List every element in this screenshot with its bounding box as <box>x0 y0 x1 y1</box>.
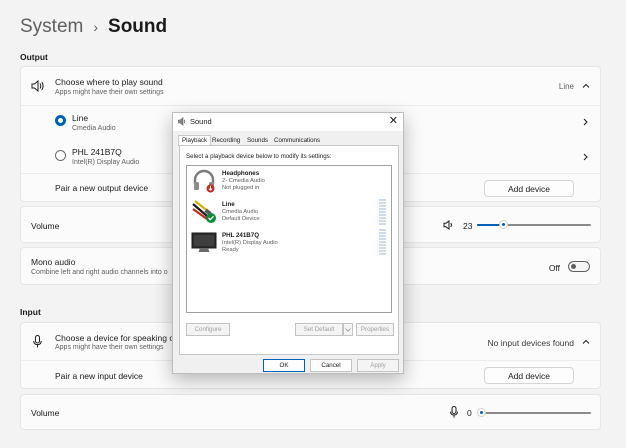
microphone-icon[interactable] <box>450 406 458 418</box>
breadcrumb-system[interactable]: System <box>20 16 83 38</box>
input-status: No input devices found <box>487 338 574 348</box>
chevron-down-icon <box>345 327 351 332</box>
chevron-right-icon[interactable] <box>583 153 588 161</box>
line-audio-plug-icon <box>192 200 216 223</box>
input-choose-subtitle: Apps might have their own settings <box>55 344 164 351</box>
playback-panel: Select a playback device below to modify… <box>179 145 399 355</box>
mono-audio-state: Off <box>548 263 560 273</box>
chevron-up-icon <box>582 339 590 344</box>
output-device-expander[interactable]: Choose where to play sound Apps might ha… <box>21 67 600 105</box>
add-input-device-button[interactable]: Add device <box>484 367 574 384</box>
device-name: PHL 241B7Q <box>72 147 122 157</box>
device-detail: Cmedia Audio <box>72 125 116 132</box>
device-detail: Intel(R) Display Audio <box>72 159 140 166</box>
ok-button[interactable]: OK <box>263 359 305 372</box>
set-default-button[interactable]: Set Default <box>295 323 343 336</box>
device-name: PHL 241B7Q <box>222 232 260 239</box>
speaker-icon <box>178 117 186 126</box>
list-item[interactable]: Headphones 2- Cmedia Audio Not plugged i… <box>187 166 391 197</box>
monitor-icon <box>191 232 217 252</box>
input-choose-title: Choose a device for speaking or <box>55 333 177 343</box>
device-status: Not plugged in <box>222 185 260 191</box>
output-choose-subtitle: Apps might have their own settings <box>55 89 164 96</box>
output-volume-value: 23 <box>463 221 473 231</box>
device-name: Line <box>222 201 235 208</box>
pair-output-label: Pair a new output device <box>55 183 149 193</box>
headphones-icon <box>193 169 215 193</box>
microphone-icon <box>33 335 42 348</box>
close-icon[interactable]: ✕ <box>389 115 398 128</box>
input-volume-slider[interactable] <box>481 412 591 414</box>
device-driver: Cmedia Audio <box>222 209 259 215</box>
output-volume-thumb[interactable] <box>498 220 508 229</box>
set-default-dropdown[interactable] <box>343 323 353 336</box>
pair-input-label: Pair a new input device <box>55 371 143 381</box>
sound-dialog: Sound ✕ Playback Recording Sounds Commun… <box>172 112 404 374</box>
level-meter <box>379 229 386 256</box>
toggle-knob <box>571 264 576 269</box>
mono-audio-title: Mono audio <box>31 257 76 267</box>
playback-instruction: Select a playback device below to modify… <box>186 153 332 160</box>
breadcrumb: System › Sound <box>20 16 167 38</box>
chevron-right-icon[interactable] <box>583 118 588 126</box>
mono-audio-subtitle: Combine left and right audio channels in… <box>31 269 168 276</box>
output-selected-value: Line <box>558 82 574 91</box>
device-name: Headphones <box>222 170 260 177</box>
playback-device-list[interactable]: Headphones 2- Cmedia Audio Not plugged i… <box>186 165 392 313</box>
dialog-titlebar[interactable]: Sound ✕ <box>173 113 403 131</box>
level-meter <box>379 199 386 226</box>
cancel-button[interactable]: Cancel <box>310 359 352 372</box>
configure-button[interactable]: Configure <box>186 323 230 336</box>
input-volume-value: 0 <box>467 408 472 418</box>
list-item[interactable]: PHL 241B7Q Intel(R) Display Audio Ready <box>187 228 391 259</box>
device-driver: Intel(R) Display Audio <box>222 240 278 246</box>
chevron-up-icon <box>582 83 590 88</box>
chevron-right-icon: › <box>93 19 99 35</box>
output-section-label: Output <box>20 52 48 62</box>
apply-button[interactable]: Apply <box>357 359 399 372</box>
tab-communications[interactable]: Communications <box>274 137 320 144</box>
speaker-icon[interactable] <box>443 220 454 230</box>
device-status: Ready <box>222 247 239 253</box>
properties-button[interactable]: Properties <box>356 323 394 336</box>
dialog-title: Sound <box>190 117 212 126</box>
input-volume-card: Volume 0 <box>20 394 601 430</box>
output-choose-title: Choose where to play sound <box>55 77 163 87</box>
speaker-icon <box>31 80 44 92</box>
mono-audio-toggle[interactable] <box>568 261 590 272</box>
radio-line[interactable] <box>55 115 66 126</box>
device-status: Default Device <box>222 216 260 222</box>
add-output-device-button[interactable]: Add device <box>484 180 574 197</box>
list-item[interactable]: Line Cmedia Audio Default Device <box>187 197 391 228</box>
device-driver: 2- Cmedia Audio <box>222 178 265 184</box>
tab-sounds[interactable]: Sounds <box>247 137 268 144</box>
page-title: Sound <box>108 16 168 37</box>
radio-phl[interactable] <box>55 150 66 161</box>
input-volume-label: Volume <box>31 408 60 418</box>
output-volume-label: Volume <box>31 221 60 231</box>
device-name: Line <box>72 113 89 123</box>
tab-recording[interactable]: Recording <box>212 137 240 144</box>
input-volume-thumb[interactable] <box>476 408 486 417</box>
input-section-label: Input <box>20 307 41 317</box>
